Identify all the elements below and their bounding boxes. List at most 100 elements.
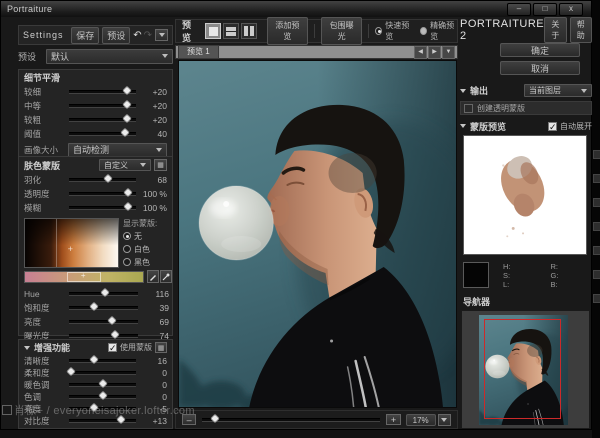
radio-icon[interactable] [375,27,382,35]
cancel-button[interactable]: 取消 [500,61,580,75]
zoom-slider-thumb[interactable] [210,413,220,423]
preview-tab-1[interactable]: 预览 1 [178,45,219,59]
pen-tool-icon[interactable] [147,270,159,283]
layout-vsplit-icon[interactable] [241,23,257,39]
slider-track[interactable] [69,206,136,210]
layout-single-icon[interactable] [205,23,221,39]
slider-thumb[interactable] [122,114,132,124]
layout-hsplit-icon[interactable] [223,23,239,39]
slider-track[interactable] [69,395,136,399]
radio-icon[interactable] [123,258,131,266]
transparent-mask-checkbox[interactable] [464,104,473,113]
slider-thumb[interactable] [123,202,133,212]
portraiture-app: Portraiture – □ x Settings 保存 预设 ↶ ↷ 预设 [0,0,600,438]
zoom-bar: – + 17% [175,410,458,429]
help-button[interactable]: 帮助 [570,17,592,43]
slider-track[interactable] [69,90,136,94]
slider-track[interactable] [69,292,138,296]
slider-thumb[interactable] [100,288,110,298]
radio-icon[interactable] [420,27,427,35]
slider-thumb[interactable] [122,86,132,96]
tab-menu-icon[interactable]: ▼ [442,46,455,59]
eyedropper-icon[interactable] [160,270,172,283]
slider-track[interactable] [69,132,136,136]
collapse-arrow-icon[interactable] [460,89,466,93]
skin-tone-gradient-picker[interactable]: + [24,218,119,268]
zoom-slider-track[interactable] [202,418,380,422]
navigator-thumbnail[interactable] [479,315,568,425]
add-preview-button[interactable]: 添加预览 [267,17,308,45]
slider-track[interactable] [69,383,136,387]
slider-thumb[interactable] [98,391,108,401]
show-mask-option-black[interactable]: 黑色 [123,257,173,268]
slider-thumb[interactable] [122,100,132,110]
radio-icon[interactable] [123,232,131,240]
collapse-arrow-icon[interactable] [460,124,466,128]
watermark-logo [2,405,12,415]
slider-track[interactable] [69,104,136,108]
redo-icon[interactable]: ↷ [144,30,152,41]
image-size-dropdown[interactable]: 自动检测 [68,143,167,157]
slider-thumb[interactable] [120,128,130,138]
slider-thumb[interactable] [98,379,108,389]
mask-preset-dropdown[interactable]: 自定义 [99,159,151,171]
zoom-menu-icon[interactable] [438,414,451,426]
slider-value: 100 % [141,189,167,199]
settings-label: Settings [23,30,64,40]
zoom-level-value[interactable]: 17% [406,414,436,426]
close-button[interactable]: x [559,3,583,16]
hue-range-strip[interactable] [24,271,144,283]
use-mask-checkbox[interactable]: ✓ [108,343,117,352]
slider-track[interactable] [69,306,138,310]
maximize-button[interactable]: □ [533,3,557,16]
slider-track[interactable] [69,320,138,324]
slider-track[interactable] [69,371,136,375]
radio-icon[interactable] [123,245,131,253]
show-mask-option-white[interactable]: 白色 [123,244,173,255]
mask-preview-thumbnail[interactable] [463,135,587,255]
enhance-section-title: 增强功能 [34,341,70,354]
slider-thumb[interactable] [123,188,133,198]
slider-thumb[interactable] [110,330,120,340]
undo-icon[interactable]: ↶ [133,30,141,41]
readout-l-label: L: [503,280,511,289]
about-button[interactable]: 关于 [544,17,566,43]
tab-next-icon[interactable]: ▶ [428,46,441,59]
collapse-arrow-icon[interactable] [24,346,30,350]
slider-value: 39 [143,303,169,313]
slider-label: 饱和度 [24,302,64,314]
tab-prev-icon[interactable]: ◀ [414,46,427,59]
ok-button[interactable]: 确定 [500,43,580,57]
minimize-button[interactable]: – [507,3,531,16]
save-button[interactable]: 保存 [71,27,99,44]
output-target-dropdown[interactable]: 当前图层 [524,84,592,97]
show-mask-option-none[interactable]: 无 [123,231,173,242]
title-bar[interactable]: Portraiture – □ x [1,1,591,17]
settings-menu-button[interactable] [155,29,168,41]
quick-preview-radio[interactable]: 快速预览 [375,20,412,42]
zoom-in-button[interactable]: + [386,414,400,425]
slider-track[interactable] [69,178,136,182]
slider-row-clarity: 清晰度 16 [19,355,172,367]
slider-thumb[interactable] [66,367,76,377]
slider-thumb[interactable] [103,174,113,184]
slider-thumb[interactable] [107,316,117,326]
slider-track[interactable] [69,359,136,363]
bracket-exposure-button[interactable]: 包围曝光 [321,17,362,45]
enhance-options-button[interactable]: ▦ [155,342,167,353]
slider-thumb[interactable] [89,302,99,312]
preview-image[interactable] [178,60,457,408]
preset-dropdown[interactable]: 默认 [46,49,173,64]
mask-options-button[interactable]: ▦ [154,159,167,171]
preset-button[interactable]: 预设 [102,27,130,44]
slider-thumb[interactable] [90,355,100,365]
slider-row-softness: 柔和度 0 [19,367,172,379]
slider-track[interactable] [69,192,136,196]
accurate-preview-radio[interactable]: 精确预览 [420,20,457,42]
slider-track[interactable] [69,334,138,338]
navigator-view-rect[interactable] [484,319,561,419]
slider-track[interactable] [69,419,136,423]
slider-track[interactable] [69,118,136,122]
auto-expand-checkbox[interactable]: ✓ [548,122,557,131]
use-mask-label: 使用蒙版 [120,342,152,353]
